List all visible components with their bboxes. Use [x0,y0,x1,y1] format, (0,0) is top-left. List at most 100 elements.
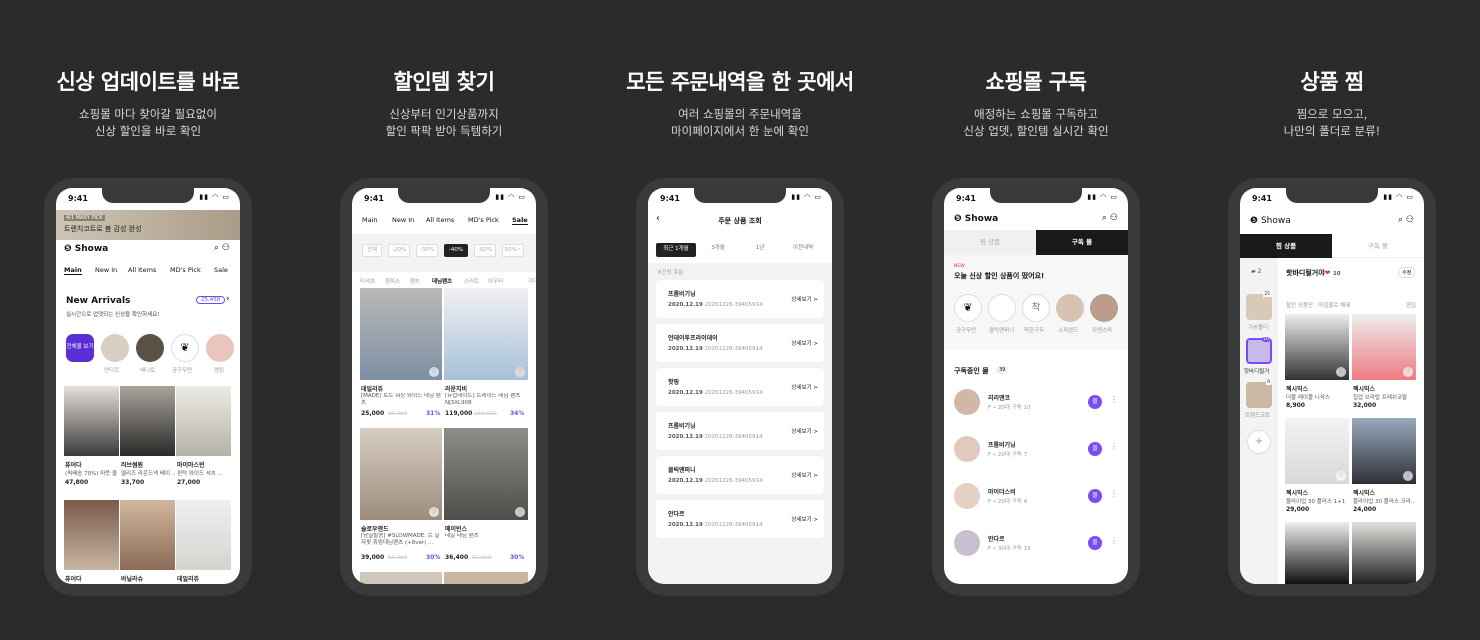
folder-icon[interactable]: ▰ 2 [1251,268,1261,275]
product-image[interactable]: ♡ [1352,418,1416,484]
category-tab[interactable]: 가디 [528,277,536,285]
tab-mds-pick[interactable]: MD's Pick [468,216,499,224]
edit-button[interactable]: 수정 [1398,267,1416,278]
product-image[interactable] [120,386,175,456]
range-tab[interactable]: 3개월 [698,243,738,257]
tab-sale[interactable]: Sale [214,266,228,274]
detail-link[interactable]: 상세보기 > [791,515,818,523]
more-icon[interactable]: ⋮ [1110,536,1118,545]
shop-avatar[interactable] [1056,294,1084,322]
tab-subscribed-shops[interactable]: 구독 몰 [1036,230,1128,255]
product-image[interactable] [176,386,231,456]
tab-wishlist[interactable]: 찜 상품 [944,230,1036,255]
heart-icon[interactable]: ♡ [515,367,525,377]
shop-avatar[interactable] [101,334,129,362]
order-card[interactable]: 언데이투프라이데이 2020.12.19 20201228-39405914 상세보… [656,324,824,362]
order-card[interactable]: 안다르 2020.12.19 20201228-39405914 상세보기 > [656,500,824,538]
product-image[interactable]: ♡ [360,428,442,520]
discount-chip[interactable]: -30% [416,244,438,257]
product-image[interactable] [176,500,231,570]
discount-chip[interactable]: 50%~ [502,244,524,257]
range-tab[interactable]: 이전내역 [782,243,824,257]
chevron-right-icon[interactable]: › [226,294,230,304]
heart-icon[interactable]: ♡ [429,367,439,377]
tab-mds-pick[interactable]: MD's Pick [170,266,201,274]
more-icon[interactable]: ⋮ [1110,442,1118,451]
product-image[interactable]: ♡ [444,428,528,520]
heart-icon[interactable]: ♡ [1403,367,1413,377]
category-tab[interactable]: 팬츠 [410,277,420,285]
folder-thumb-selected[interactable]: 10 [1246,337,1272,364]
product-image[interactable]: ♡ [1285,418,1349,484]
tab-wishlist[interactable]: 찜 상품 [1240,234,1332,258]
subscribe-button[interactable]: 몰 [1088,395,1102,409]
shop-avatar[interactable] [954,483,980,509]
product-image[interactable]: ♡ [1352,314,1416,380]
tab-subscribed-shops[interactable]: 구독 몰 [1332,234,1424,258]
tab-new-in[interactable]: New In [95,266,117,274]
shop-avatar[interactable] [988,294,1016,322]
category-tab[interactable]: 원피스 [385,277,400,285]
edit-link[interactable]: 편집 [1406,301,1416,309]
subscribe-button[interactable]: 몰 [1088,489,1102,503]
folder-thumb[interactable]: 9 [1246,380,1272,408]
heart-icon[interactable]: ♡ [1403,471,1413,481]
search-icon[interactable]: ⌕ ⚇ [1398,215,1414,225]
product-image[interactable] [360,572,442,584]
product-image[interactable] [120,500,175,570]
discount-chip[interactable]: 전체 [362,244,382,257]
detail-link[interactable]: 상세보기 > [791,339,818,347]
tab-sale[interactable]: Sale [512,216,528,225]
product-image[interactable]: ♡ [444,288,528,380]
subscribe-button[interactable]: 몰 [1088,536,1102,550]
category-tab[interactable]: 아우터 [488,277,503,285]
tab-main[interactable]: Main [64,266,82,275]
order-card[interactable]: 프롬비기닝 2020.12.19 20201228-39405914 상세보기 > [656,280,824,318]
search-icon[interactable]: ⌕ ⚇ [214,243,230,253]
order-card[interactable]: 클릭앤퍼니 2020.12.19 20201228-39405914 상세보기 > [656,456,824,494]
folder-thumb[interactable]: 25 [1246,292,1272,320]
search-icon[interactable]: ⌕ ⚇ [1102,213,1118,223]
product-image[interactable]: ♡ [360,288,442,380]
brand-logo[interactable]: ❺ Showa [1250,216,1291,226]
detail-link[interactable]: 상세보기 > [791,383,818,391]
range-tab-selected[interactable]: 최근 1개월 [656,243,696,257]
shop-avatar[interactable] [954,389,980,415]
discount-chip-selected[interactable]: -40% [444,244,468,257]
order-card[interactable]: 프롬비기닝 2020.12.19 20201228-39405914 상세보기 > [656,412,824,450]
discount-chip[interactable]: -20% [388,244,410,257]
shop-logo-icon[interactable]: 착 [1022,294,1050,322]
all-shops-button[interactable]: 전체몰 보기 [66,334,94,362]
shop-avatar[interactable] [954,530,980,556]
range-tab[interactable]: 1년 [740,243,780,257]
order-card[interactable]: 핫핑 2020.12.19 20201228-39405914 상세보기 > [656,368,824,406]
detail-link[interactable]: 상세보기 > [791,471,818,479]
heart-icon[interactable]: ♡ [1336,367,1346,377]
shop-avatar[interactable] [954,436,980,462]
brand-logo[interactable]: ❺ Showa [954,214,998,224]
shop-avatar[interactable] [1090,294,1118,322]
heart-icon[interactable]: ♡ [1336,471,1346,481]
detail-link[interactable]: 상세보기 > [791,427,818,435]
add-folder-button[interactable]: + [1247,430,1271,454]
tab-new-in[interactable]: New In [392,216,414,224]
category-tab-selected[interactable]: 데님팬츠 [432,277,452,285]
shop-logo-icon[interactable]: ❦ [171,334,199,362]
tab-all-items[interactable]: All Items [128,266,156,274]
detail-link[interactable]: 상세보기 > [791,295,818,303]
filter-toggle[interactable]: 할인 상품만 · 마일몰로 해제 [1286,301,1350,309]
subscribe-button[interactable]: 몰 [1088,442,1102,456]
tab-all-items[interactable]: All Items [426,216,454,224]
more-icon[interactable]: ⋮ [1110,395,1118,404]
promo-banner[interactable]: 4/1 MAXY PICK 트렌치코트로 봄 감성 완성 [56,210,240,240]
shop-logo-icon[interactable]: ❦ [954,294,982,322]
product-image[interactable] [444,572,528,584]
tab-main[interactable]: Main [362,216,378,224]
product-image[interactable] [1285,522,1349,584]
product-image[interactable] [1352,522,1416,584]
discount-chip[interactable]: -50% [474,244,496,257]
more-icon[interactable]: ⋮ [1110,489,1118,498]
brand-logo[interactable]: ❺ Showa [64,244,108,254]
heart-icon[interactable]: ♡ [515,507,525,517]
product-image[interactable] [64,500,119,570]
